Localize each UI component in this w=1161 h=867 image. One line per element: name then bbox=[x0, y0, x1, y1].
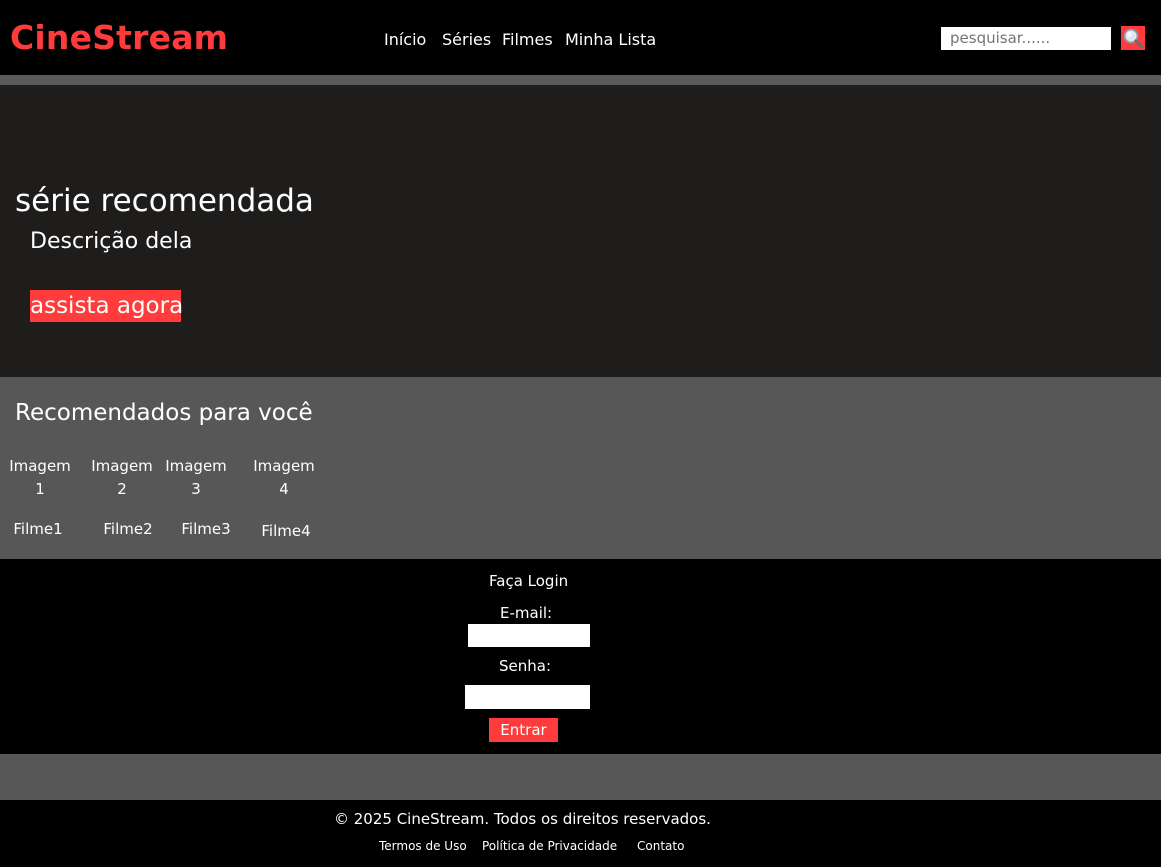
movie-title: Filme1 bbox=[13, 520, 63, 538]
footer-link-contact[interactable]: Contato bbox=[637, 838, 684, 854]
page: CineStream Início Séries Filmes Minha Li… bbox=[0, 0, 1161, 867]
nav-link-filmes[interactable]: Filmes bbox=[502, 30, 553, 50]
movie-image-placeholder: Imagem 1 bbox=[9, 457, 71, 498]
logo[interactable]: CineStream bbox=[10, 18, 228, 58]
footer: © 2025 CineStream. Todos os direitos res… bbox=[0, 800, 1161, 867]
search-input[interactable] bbox=[941, 27, 1111, 50]
footer-divider bbox=[0, 754, 1161, 800]
watch-now-button[interactable]: assista agora bbox=[30, 290, 183, 322]
movie-title: Filme2 bbox=[103, 520, 153, 538]
hero-section: série recomendada Descrição dela assista… bbox=[0, 85, 1161, 377]
nav-link-series[interactable]: Séries bbox=[442, 30, 491, 50]
header-divider bbox=[0, 75, 1161, 85]
movie-card[interactable]: Imagem 1 Filme1 bbox=[5, 455, 75, 538]
hero-description: Descrição dela bbox=[30, 229, 193, 254]
movie-title: Filme4 bbox=[261, 522, 311, 540]
nav-link-inicio[interactable]: Início bbox=[384, 30, 426, 50]
movie-card[interactable]: Imagem 4 Filme4 bbox=[249, 455, 319, 540]
magnifier-icon bbox=[1123, 28, 1144, 49]
copyright-text: © 2025 CineStream. Todos os direitos res… bbox=[334, 810, 711, 828]
recommended-section: Recomendados para você Imagem 1 Filme1 I… bbox=[0, 377, 1161, 559]
login-title: Faça Login bbox=[489, 572, 569, 590]
movie-image-placeholder: Imagem 4 bbox=[253, 457, 315, 498]
header: CineStream Início Séries Filmes Minha Li… bbox=[0, 0, 1161, 75]
movie-title: Filme3 bbox=[181, 520, 231, 538]
email-label: E-mail: bbox=[500, 604, 553, 622]
footer-link-terms[interactable]: Termos de Uso bbox=[379, 838, 467, 854]
nav-link-minha-lista[interactable]: Minha Lista bbox=[565, 30, 656, 50]
login-button[interactable]: Entrar bbox=[489, 718, 558, 742]
movie-image-placeholder: Imagem 2 bbox=[91, 457, 153, 498]
footer-link-privacy[interactable]: Política de Privacidade bbox=[482, 838, 617, 854]
movie-image-placeholder: Imagem 3 bbox=[165, 457, 227, 498]
hero-title: série recomendada bbox=[15, 183, 314, 219]
password-field[interactable] bbox=[465, 685, 590, 709]
movie-card[interactable]: Imagem 3 Filme3 bbox=[161, 455, 231, 538]
email-field[interactable] bbox=[468, 624, 590, 647]
movie-card[interactable]: Imagem 2 Filme2 bbox=[87, 455, 157, 538]
login-section: Faça Login E-mail: Senha: Entrar bbox=[0, 559, 1161, 754]
password-label: Senha: bbox=[499, 657, 552, 675]
recommended-title: Recomendados para você bbox=[15, 400, 313, 426]
search-button[interactable] bbox=[1121, 26, 1145, 50]
